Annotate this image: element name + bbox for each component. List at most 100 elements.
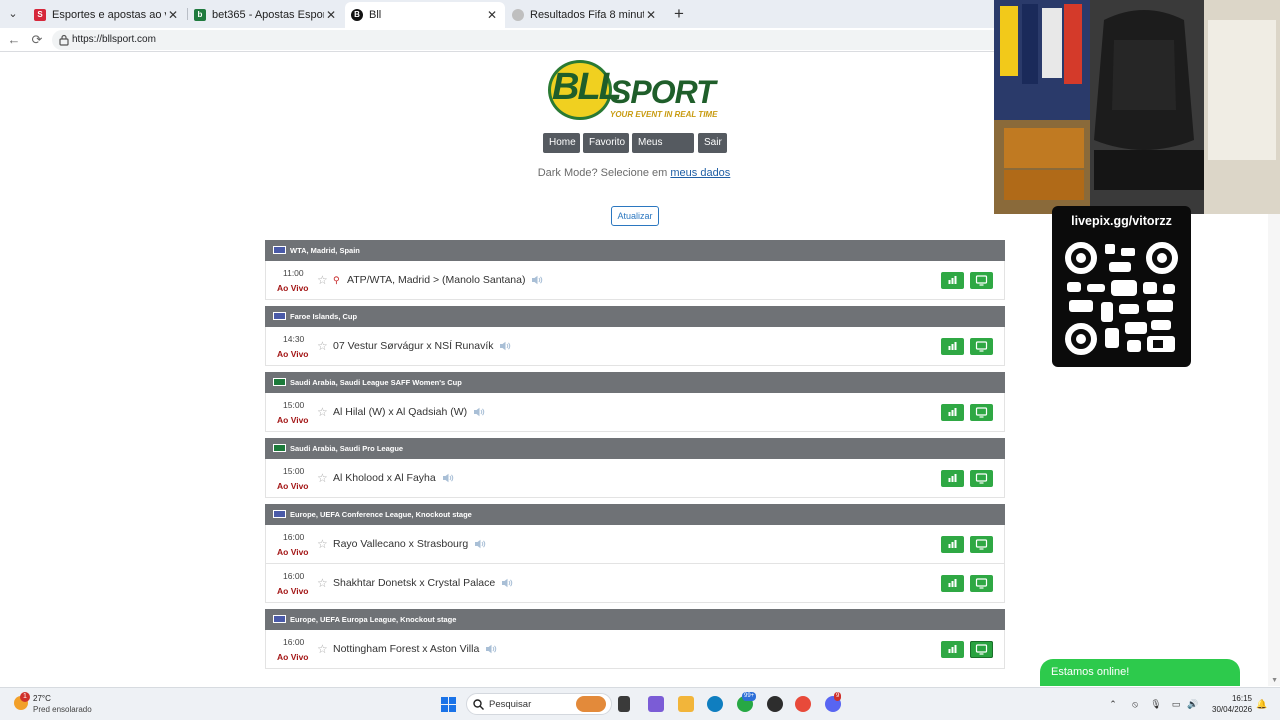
favorite-star-icon[interactable]: ☆ — [317, 274, 328, 286]
qr-title: livepix.gg/vitorzz — [1071, 214, 1172, 228]
watch-stream-button[interactable] — [970, 575, 993, 592]
event-row[interactable]: 11:00 Ao Vivo ☆ ⚲ ATP/WTA, Madrid > (Manolo … — [265, 261, 1005, 300]
weather-temp[interactable]: 27°C — [33, 694, 51, 703]
event-time: 14:30 — [283, 334, 305, 344]
statistics-button[interactable] — [941, 338, 964, 355]
taskbar-file-explorer-icon[interactable] — [678, 696, 694, 712]
url-field[interactable]: https://bllsport.com — [52, 30, 1002, 50]
nav-home-button[interactable]: Home — [543, 133, 580, 153]
statistics-button[interactable] — [941, 536, 964, 553]
event-name[interactable]: Nottingham Forest x Aston Villa — [333, 643, 497, 655]
league-flag-icon — [273, 246, 286, 254]
taskbar-chrome-icon[interactable] — [795, 696, 811, 712]
watch-stream-button[interactable] — [970, 470, 993, 487]
watch-stream-button[interactable] — [970, 404, 993, 421]
tab-title: bet365 - Apostas Esportivas Online — [212, 9, 324, 21]
notification-bell-icon[interactable]: 🔔 — [1256, 698, 1268, 710]
favicon-icon: b — [194, 9, 206, 21]
tray-sync-off-icon[interactable]: ⦸ — [1129, 698, 1141, 710]
bar-chart-icon — [948, 645, 957, 653]
close-icon[interactable]: ✕ — [324, 8, 338, 22]
tray-network-icon[interactable]: ▭ — [1170, 698, 1182, 710]
windows-start-icon[interactable] — [441, 697, 456, 712]
nav-favorito-button[interactable]: Favorito — [583, 133, 629, 153]
tab-search-chevron-icon[interactable]: ⌄ — [5, 6, 21, 22]
event-name[interactable]: ⚲ ATP/WTA, Madrid > (Manolo Santana) — [333, 274, 543, 286]
event-title: Rayo Vallecano x Strasbourg — [333, 538, 469, 550]
new-tab-plus-icon[interactable]: + — [670, 5, 688, 23]
nav-meus-dados-button[interactable]: Meus dados — [632, 133, 694, 168]
refresh-button[interactable]: Atualizar — [611, 206, 659, 226]
event-name[interactable]: Rayo Vallecano x Strasbourg — [333, 538, 486, 550]
tab-bet365[interactable]: b bet365 - Apostas Esportivas Online ✕ — [188, 4, 344, 26]
taskbar-terminal-icon[interactable] — [618, 696, 630, 712]
taskbar-copilot-icon[interactable] — [648, 696, 664, 712]
sound-icon[interactable] — [442, 473, 454, 483]
taskbar-app-icon[interactable] — [767, 696, 783, 712]
dark-mode-link[interactable]: meus dados — [670, 167, 730, 179]
tab-resultados-fifa[interactable]: Resultados Fifa 8 minutos Esoccer ✕ — [506, 4, 664, 26]
statistics-button[interactable] — [941, 575, 964, 592]
bar-chart-icon — [948, 342, 957, 350]
taskbar-edge-icon[interactable] — [707, 696, 723, 712]
tray-chevron-up-icon[interactable]: ⌃ — [1107, 698, 1119, 710]
back-arrow-icon[interactable]: ← — [6, 32, 22, 48]
clock-date[interactable]: 30/04/2026 — [1212, 705, 1252, 714]
logo-tagline: YOUR EVENT IN REAL TIME — [610, 110, 718, 119]
nav-sair-button[interactable]: Sair — [698, 133, 727, 153]
weather-desc[interactable]: Pred ensolarado — [33, 705, 92, 714]
chat-widget-button[interactable]: Estamos online! — [1040, 659, 1240, 686]
favorite-star-icon[interactable]: ☆ — [317, 472, 328, 484]
statistics-button[interactable] — [941, 272, 964, 289]
tab-esportes[interactable]: S Esportes e apostas ao vivo ✕ — [28, 4, 186, 26]
event-row[interactable]: 16:00 Ao Vivo ☆ Shakhtar Donetsk x Crystal … — [265, 564, 1005, 603]
statistics-button[interactable] — [941, 641, 964, 658]
favorite-star-icon[interactable]: ☆ — [317, 340, 328, 352]
favorite-star-icon[interactable]: ☆ — [317, 577, 328, 589]
tab-bll[interactable]: B Bll ✕ — [345, 2, 505, 28]
event-row[interactable]: 16:00 Ao Vivo ☆ Nottingham Forest x Aston V… — [265, 630, 1005, 669]
event-name[interactable]: Al Kholood x Al Fayha — [333, 472, 454, 484]
windows-taskbar: 1 27°C Pred ensolarado Pesquisar 99+ 9 ⌃… — [0, 687, 1280, 720]
watch-stream-button[interactable] — [970, 536, 993, 553]
watch-stream-button[interactable] — [970, 272, 993, 289]
site-info-icon[interactable] — [58, 34, 70, 46]
event-row[interactable]: 15:00 Ao Vivo ☆ Al Kholood x Al Fayha — [265, 459, 1005, 498]
watch-stream-button[interactable] — [970, 338, 993, 355]
favorite-star-icon[interactable]: ☆ — [317, 406, 328, 418]
live-label: Ao Vivo — [277, 415, 309, 425]
discord-badge: 9 — [834, 692, 842, 701]
close-icon[interactable]: ✕ — [166, 8, 180, 22]
sound-icon[interactable] — [485, 644, 497, 654]
sound-icon[interactable] — [531, 275, 543, 285]
tray-mic-icon[interactable]: 🎙 — [1150, 698, 1162, 710]
event-name[interactable]: Shakhtar Donetsk x Crystal Palace — [333, 577, 513, 589]
scroll-down-icon[interactable]: ▼ — [1271, 677, 1278, 684]
event-time: 16:00 — [283, 532, 305, 542]
close-icon[interactable]: ✕ — [485, 8, 499, 22]
sound-icon[interactable] — [474, 539, 486, 549]
reload-icon[interactable]: ⟳ — [29, 32, 45, 48]
sound-icon[interactable] — [473, 407, 485, 417]
league-title: Europe, UEFA Conference League, Knockout… — [290, 510, 472, 519]
favorite-star-icon[interactable]: ☆ — [317, 643, 328, 655]
statistics-button[interactable] — [941, 404, 964, 421]
event-name[interactable]: Al Hilal (W) x Al Qadsiah (W) — [333, 406, 485, 418]
clock-time[interactable]: 16:15 — [1212, 694, 1252, 703]
event-row[interactable]: 14:30 Ao Vivo ☆ 07 Vestur Sørvágur x NSÍ Ru… — [265, 327, 1005, 366]
event-name[interactable]: 07 Vestur Sørvágur x NSÍ Runavík — [333, 340, 511, 352]
event-row[interactable]: 16:00 Ao Vivo ☆ Rayo Vallecano x Strasbourg — [265, 525, 1005, 564]
sound-icon[interactable] — [499, 341, 511, 351]
taskbar-widgets-icon[interactable] — [576, 696, 606, 712]
watch-stream-button[interactable] — [970, 641, 993, 658]
statistics-button[interactable] — [941, 470, 964, 487]
favorite-star-icon[interactable]: ☆ — [317, 538, 328, 550]
close-icon[interactable]: ✕ — [644, 8, 658, 22]
tab-title: Esportes e apostas ao vivo — [52, 9, 166, 21]
bar-chart-icon — [948, 579, 957, 587]
qr-code-icon — [1061, 238, 1182, 359]
site-logo[interactable]: BLL SPORT YOUR EVENT IN REAL TIME — [548, 60, 723, 120]
sound-icon[interactable] — [501, 578, 513, 588]
event-row[interactable]: 15:00 Ao Vivo ☆ Al Hilal (W) x Al Qadsiah (… — [265, 393, 1005, 432]
tray-volume-icon[interactable]: 🔊 — [1187, 698, 1199, 710]
